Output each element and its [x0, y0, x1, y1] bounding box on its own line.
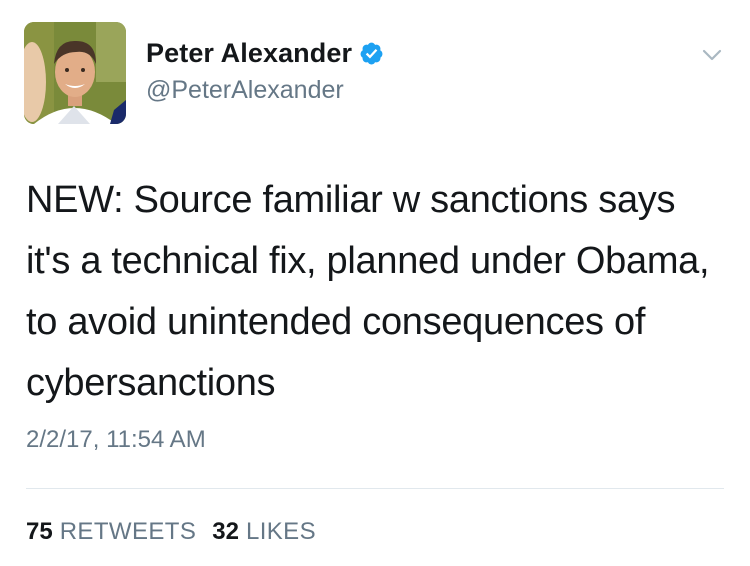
likes-count: 32 [212, 518, 239, 545]
tweet-text: NEW: Source familiar w sanctions says it… [26, 179, 710, 404]
author-name-row: Peter Alexander [146, 38, 384, 69]
likes-stat[interactable]: 32 LIKES [212, 518, 316, 546]
author-display-name[interactable]: Peter Alexander [146, 38, 352, 69]
verified-badge-icon [359, 41, 384, 66]
tweet-timestamp[interactable]: 2/2/17, 11:54 AM [26, 426, 206, 454]
likes-label: LIKES [245, 518, 316, 545]
divider [26, 488, 724, 489]
avatar[interactable] [24, 22, 126, 124]
retweets-label: RETWEETS [59, 518, 197, 545]
retweets-count: 75 [26, 518, 53, 545]
chevron-down-icon[interactable] [702, 48, 722, 62]
retweets-stat[interactable]: 75 RETWEETS [26, 518, 196, 546]
tweet-stats: 75 RETWEETS 32 LIKES [26, 518, 332, 546]
author-handle[interactable]: @PeterAlexander [146, 76, 344, 105]
